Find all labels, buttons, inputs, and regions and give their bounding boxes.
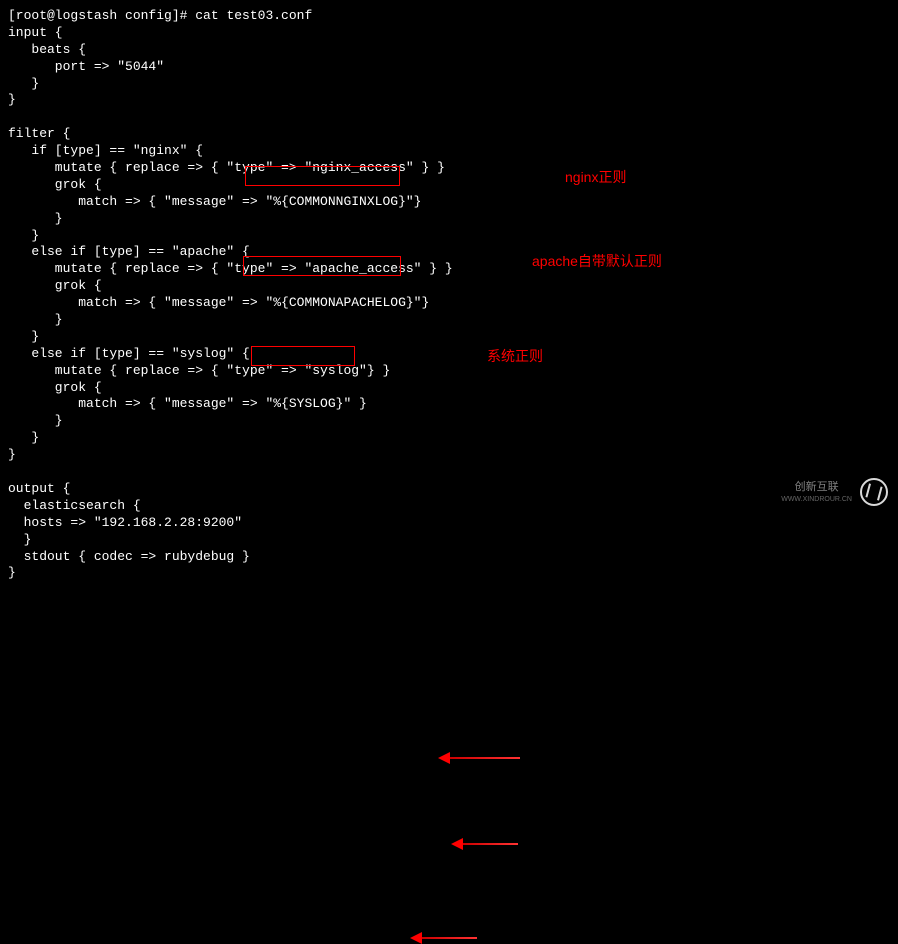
config-line: if [type] == "nginx" {	[8, 143, 203, 158]
config-line: grok {	[8, 380, 102, 395]
config-line: output {	[8, 481, 70, 496]
config-line: match => { "message" => "%{COMMONAPACHEL…	[8, 295, 429, 310]
watermark: 创新互联 WWW.XINDROUR.CN	[781, 478, 888, 506]
config-line: hosts => "192.168.2.28:9200"	[8, 515, 242, 530]
config-line: stdout { codec => rubydebug }	[8, 549, 250, 564]
config-line: }	[8, 92, 16, 107]
watermark-brand: 创新互联	[781, 480, 852, 494]
config-line: mutate { replace => { "type" => "apache_…	[8, 261, 453, 276]
config-line: elasticsearch {	[8, 498, 141, 513]
annotation-nginx: nginx正则	[565, 168, 626, 186]
config-line: grok {	[8, 177, 102, 192]
watermark-url: WWW.XINDROUR.CN	[781, 495, 852, 504]
config-line: }	[8, 430, 39, 445]
config-line: }	[8, 532, 31, 547]
config-line: filter {	[8, 126, 70, 141]
config-line: }	[8, 413, 63, 428]
config-line: else if [type] == "syslog" {	[8, 346, 250, 361]
config-line: }	[8, 211, 63, 226]
config-line: else if [type] == "apache" {	[8, 244, 250, 259]
watermark-logo-icon	[860, 478, 888, 506]
config-line: }	[8, 312, 63, 327]
config-line: match => { "message" => "%{COMMONNGINXLO…	[8, 194, 421, 209]
config-line: }	[8, 447, 16, 462]
config-line: mutate { replace => { "type" => "syslog"…	[8, 363, 390, 378]
config-line: match => { "message" => "%{SYSLOG}" }	[8, 396, 367, 411]
config-line: }	[8, 76, 39, 91]
config-line: }	[8, 329, 39, 344]
command-text: cat test03.conf	[195, 8, 312, 23]
config-line: }	[8, 228, 39, 243]
annotation-apache: apache自带默认正则	[532, 252, 662, 270]
config-line: mutate { replace => { "type" => "nginx_a…	[8, 160, 445, 175]
shell-prompt: [root@logstash config]#	[8, 8, 195, 23]
annotation-syslog: 系统正则	[487, 347, 543, 365]
config-line: beats {	[8, 42, 86, 57]
config-line: port => "5044"	[8, 59, 164, 74]
terminal-output: [root@logstash config]# cat test03.conf …	[8, 8, 890, 582]
config-line: }	[8, 565, 16, 580]
config-line: grok {	[8, 278, 102, 293]
config-line: input {	[8, 25, 63, 40]
